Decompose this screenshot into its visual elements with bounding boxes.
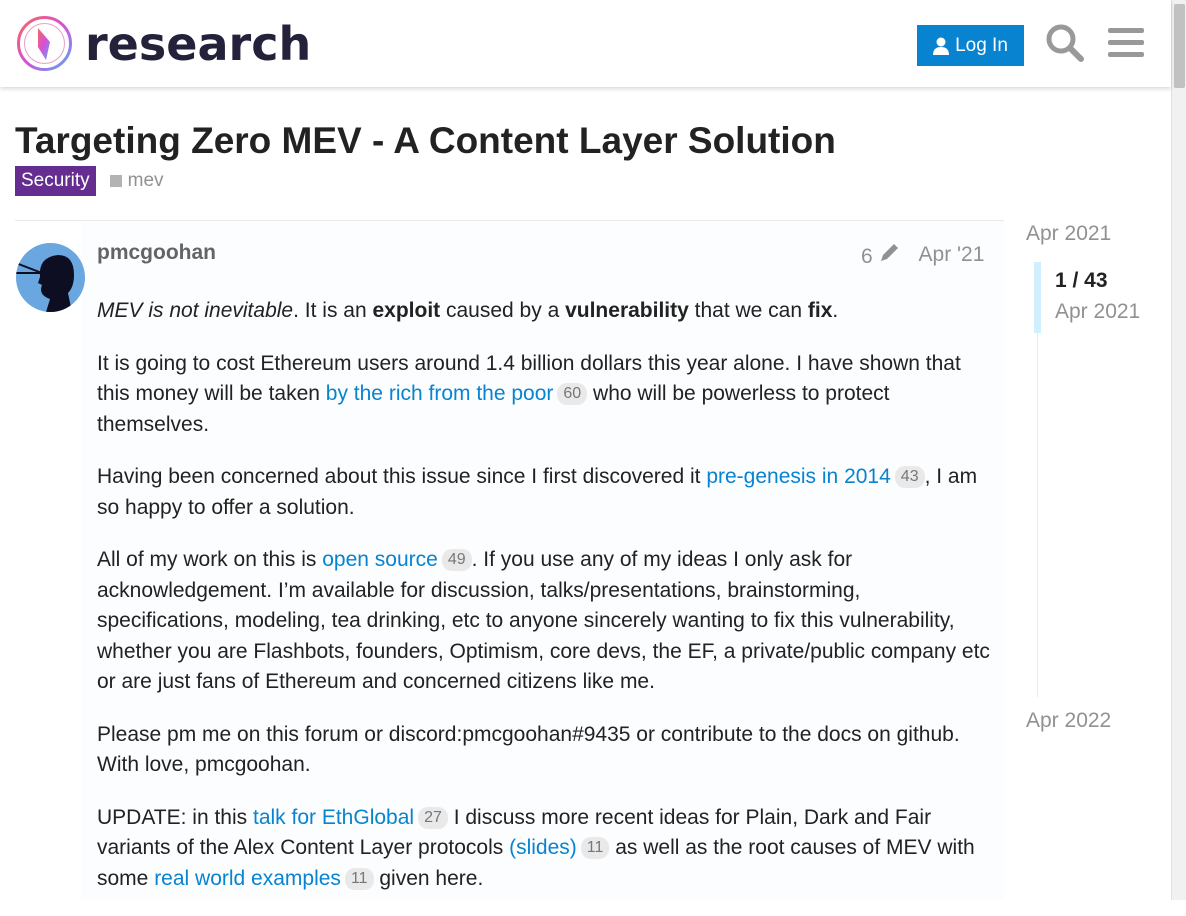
paragraph-3: Having been concerned about this issue s…: [97, 462, 997, 523]
link-ethglobal-talk[interactable]: talk for EthGlobal: [253, 806, 414, 829]
text: fix: [807, 299, 833, 322]
text: vulnerability: [565, 299, 689, 322]
paragraph-2: It is going to cost Ethereum users aroun…: [97, 349, 997, 441]
text: caused by a: [440, 299, 566, 322]
click-count: 27: [418, 806, 448, 829]
post-date[interactable]: Apr '21: [919, 243, 985, 267]
site-name: research: [85, 16, 312, 71]
text: MEV is not inevitable: [97, 299, 294, 322]
timeline-end[interactable]: Apr 2022: [1026, 709, 1111, 733]
timeline-start[interactable]: Apr 2021: [1026, 222, 1111, 246]
text: exploit: [372, 299, 441, 322]
category-badge[interactable]: Security: [15, 166, 96, 196]
topic-tags: Security mev: [15, 166, 164, 196]
link-real-world-examples[interactable]: real world examples: [154, 867, 341, 890]
post-meta: 6 Apr '21: [861, 241, 984, 269]
user-icon: [933, 37, 950, 55]
search-icon[interactable]: [1045, 23, 1085, 63]
click-count: 43: [894, 466, 925, 488]
site-header: research Log In: [0, 0, 1171, 87]
tag-square-icon: [109, 175, 122, 187]
tag-label: mev: [127, 170, 164, 191]
timeline-position: 1 / 43: [1055, 269, 1108, 292]
edit-history[interactable]: 6: [861, 241, 901, 269]
page-scrollbar[interactable]: [1171, 0, 1186, 900]
click-count: 60: [557, 383, 588, 405]
tag-mev[interactable]: mev: [109, 170, 164, 192]
text: UPDATE: in this: [97, 805, 253, 829]
post-body: MEV is not inevitable. It is an exploit …: [97, 296, 997, 916]
timeline-handle[interactable]: [1034, 262, 1041, 333]
link-open-source[interactable]: open source: [322, 548, 438, 571]
login-button[interactable]: Log In: [917, 25, 1024, 66]
pencil-icon: [880, 244, 898, 261]
text: .: [832, 299, 839, 322]
link-pre-genesis[interactable]: pre-genesis in 2014: [706, 465, 890, 488]
paragraph-1: MEV is not inevitable. It is an exploit …: [97, 296, 997, 327]
click-count: 49: [441, 549, 472, 571]
hamburger-menu-icon[interactable]: [1108, 28, 1144, 58]
paragraph-6: UPDATE: in this talk for EthGlobal 27 I d…: [97, 803, 997, 895]
post-author[interactable]: pmcgoohan: [97, 241, 216, 265]
text: that we can: [688, 299, 808, 322]
avatar[interactable]: [16, 243, 85, 312]
text: given here.: [373, 866, 484, 890]
scrollbar-thumb[interactable]: [1174, 4, 1185, 88]
edit-count: 6: [861, 245, 873, 268]
text: Having been concerned about this issue s…: [97, 465, 707, 488]
text: . It is an: [293, 299, 373, 322]
text: All of my work on this is: [97, 548, 323, 571]
click-count: 11: [344, 867, 374, 890]
avatar-silhouette-icon: [16, 243, 85, 312]
paragraph-4: All of my work on this is open source 49.…: [97, 545, 997, 698]
link-rich-from-poor[interactable]: by the rich from the poor: [326, 382, 554, 405]
ethereum-research-logo-icon: [17, 16, 72, 71]
paragraph-5: Please pm me on this forum or discord:pm…: [97, 722, 960, 777]
site-logo[interactable]: research: [16, 15, 311, 72]
topic-title[interactable]: Targeting Zero MEV - A Content Layer Sol…: [15, 120, 836, 162]
link-slides[interactable]: (slides): [509, 836, 577, 859]
timeline-position-date: Apr 2021: [1055, 300, 1141, 323]
login-label: Log In: [955, 34, 1008, 56]
click-count: 11: [580, 837, 610, 859]
